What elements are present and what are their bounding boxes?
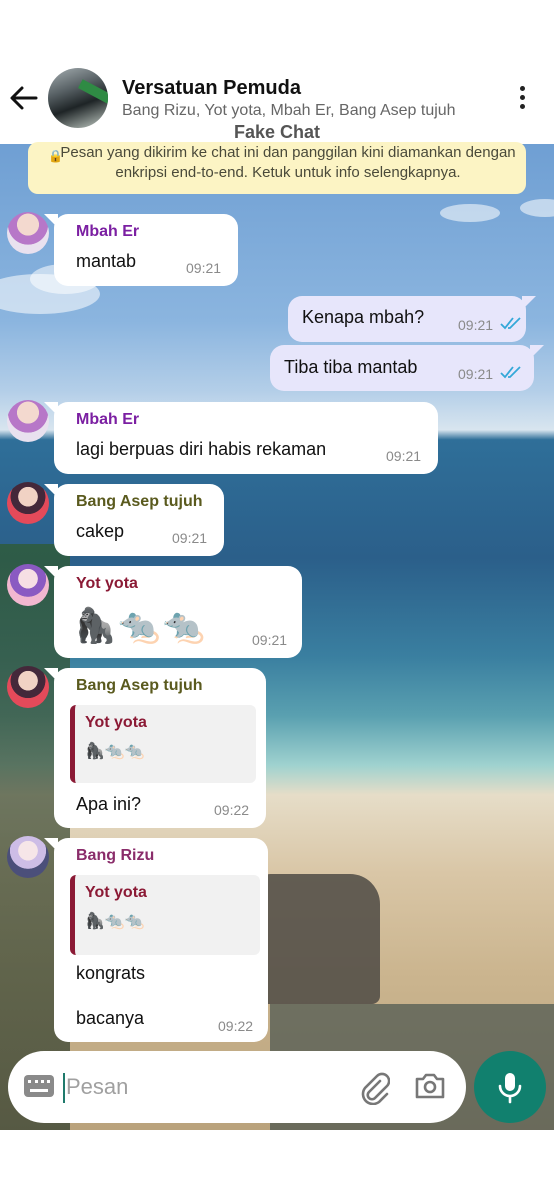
chat-title[interactable]: Versatuan Pemuda [122,77,301,100]
message-text: Tiba tiba mantab [284,357,418,377]
message-time: 09:21 [252,632,288,648]
message-time: 09:21 [458,366,494,382]
message-bubble[interactable]: Bang Rizu Yot yota 🦍🐀🐀 kongrats bacanya … [44,838,268,1042]
bottom-padding [0,1130,554,1200]
message-sender: Mbah Er [76,411,140,428]
message-sender: Mbah Er [76,223,140,240]
message-bubble[interactable]: Mbah Er lagi berpuas diri habis rekaman … [44,402,438,474]
message-time: 09:21 [186,260,222,276]
message-text: lagi berpuas diri habis rekaman [76,439,327,459]
message-sender: Bang Asep tujuh [76,677,203,694]
group-avatar[interactable] [48,68,108,128]
text-caret [63,1073,65,1103]
mic-icon [498,1073,522,1104]
message-time: 09:21 [458,317,494,333]
avatar[interactable] [7,836,49,878]
message-text: Kenapa mbah? [302,307,425,327]
message-sender: Bang Asep tujuh [76,493,203,510]
message-sender: Yot yota [76,575,138,592]
paperclip-icon [361,1072,391,1106]
message-bubble[interactable]: Kenapa mbah? 09:21 [288,296,536,342]
message-emoji: 🦍🐀🐀 [74,607,208,645]
quoted-sender: Yot yota [85,884,147,901]
encryption-notice-text: Pesan yang dikirim ke chat ini dan pangg… [60,144,516,181]
quoted-text: 🦍🐀🐀 [85,743,145,760]
double-check-icon [500,317,521,330]
message-text: cakep [76,521,125,541]
double-check-icon [500,366,521,379]
quoted-message[interactable]: Yot yota 🦍🐀🐀 [70,875,260,955]
encryption-notice[interactable]: 🔒 Pesan yang dikirim ke chat ini dan pan… [28,142,526,194]
chat-participants[interactable]: Bang Rizu, Yot yota, Mbah Er, Bang Asep … [122,102,456,120]
back-button[interactable] [8,82,40,114]
lock-icon: 🔒 [48,149,63,163]
more-options-button[interactable] [508,84,536,112]
avatar[interactable] [7,400,49,442]
message-input[interactable] [66,1069,346,1105]
message-bubble[interactable]: Yot yota 🦍🐀🐀 09:21 [44,566,302,658]
message-input-bar [8,1051,466,1123]
mic-button[interactable] [474,1051,546,1123]
more-vert-icon [508,86,536,109]
keyboard-icon[interactable] [24,1075,54,1097]
fake-chat-label: Fake Chat [233,122,321,142]
avatar[interactable] [7,212,49,254]
message-bubble[interactable]: Tiba tiba mantab 09:21 [270,345,544,391]
message-bubble[interactable]: Bang Asep tujuh cakep 09:21 [44,484,224,556]
quoted-sender: Yot yota [85,714,147,731]
message-text: mantab [76,251,137,271]
camera-button[interactable] [414,1071,446,1101]
message-time: 09:21 [386,448,422,464]
avatar[interactable] [7,666,49,708]
message-bubble[interactable]: Mbah Er mantab 09:21 [44,214,238,286]
camera-icon [415,1073,445,1099]
message-text-line2: bacanya [76,1008,145,1028]
quoted-message[interactable]: Yot yota 🦍🐀🐀 [70,705,256,783]
attach-button[interactable] [358,1071,391,1106]
message-bubble[interactable]: Bang Asep tujuh Yot yota 🦍🐀🐀 Apa ini? 09… [44,668,266,828]
message-text: Apa ini? [76,794,142,814]
message-time: 09:22 [218,1018,254,1034]
message-sender: Bang Rizu [76,847,155,864]
arrow-left-icon [10,86,38,110]
avatar[interactable] [7,482,49,524]
message-time: 09:22 [214,802,250,818]
avatar[interactable] [7,564,49,606]
message-time: 09:21 [172,530,208,546]
chat-header: Versatuan Pemuda Bang Rizu, Yot yota, Mb… [0,0,554,144]
quoted-text: 🦍🐀🐀 [85,913,145,930]
message-text: kongrats [76,963,146,983]
